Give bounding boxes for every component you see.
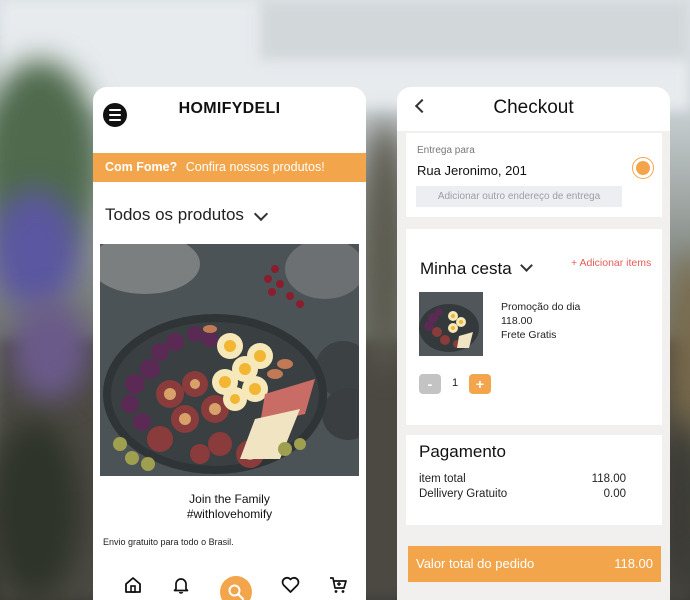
chevron-down-icon[interactable] xyxy=(520,259,533,272)
item-name: Promoção do dia xyxy=(501,301,581,313)
order-total-label: Valor total do pedido xyxy=(416,556,535,571)
payment-card: Pagamento item total 118.00 Dellivery Gr… xyxy=(406,435,662,525)
add-address-button[interactable]: Adicionar outro endereço de entrega xyxy=(416,186,622,207)
promo-banner[interactable]: Com Fome? Confira nossos produtos! xyxy=(93,153,366,182)
basket-title: Minha cesta xyxy=(420,259,512,278)
app-header: HOMIFYDELI xyxy=(93,87,366,153)
order-total-value: 118.00 xyxy=(614,556,653,571)
payment-row: item total 118.00 xyxy=(419,473,626,485)
basket-card: Minha cesta + Adicionar items Promoção d… xyxy=(406,229,662,425)
join-line-1: Join the Family xyxy=(189,492,270,506)
products-dropdown-label[interactable]: Todos os produtos xyxy=(105,205,244,225)
payment-row-value: 0.00 xyxy=(603,488,626,500)
join-family-text: Join the Family #withlovehomify xyxy=(93,492,366,522)
bell-icon[interactable] xyxy=(170,574,192,596)
chevron-down-icon[interactable] xyxy=(253,206,269,222)
join-line-2: #withlovehomify xyxy=(186,507,273,521)
item-price: 118.00 xyxy=(501,315,533,327)
order-total-button[interactable]: Valor total do pedido 118.00 xyxy=(408,546,661,582)
checkout-screen: Checkout Entrega para Rua Jeronimo, 201 … xyxy=(397,87,670,600)
heart-icon[interactable] xyxy=(279,574,301,596)
search-icon xyxy=(228,584,245,600)
home-screen: HOMIFYDELI Com Fome? Confira nossos prod… xyxy=(93,87,366,600)
payment-row-label: item total xyxy=(419,473,466,485)
promo-text: Confira nossos produtos! xyxy=(185,160,325,174)
item-info: Promoção do dia 118.00 Frete Gratis xyxy=(501,300,580,342)
home-icon[interactable] xyxy=(122,574,144,596)
brand-title: HOMIFYDELI xyxy=(178,100,281,117)
search-button[interactable] xyxy=(220,576,252,600)
item-shipping: Frete Gratis xyxy=(501,329,557,341)
checkout-header: Checkout xyxy=(397,87,670,131)
delivery-address-card: Entrega para Rua Jeronimo, 201 Adicionar… xyxy=(406,133,662,217)
quantity-value: 1 xyxy=(451,377,459,389)
food-platter-image xyxy=(100,244,359,476)
delivery-label: Entrega para xyxy=(417,145,475,156)
quantity-increase-button[interactable]: + xyxy=(469,374,491,394)
cart-icon[interactable] xyxy=(327,574,349,596)
payment-row: Dellivery Gratuito 0.00 xyxy=(419,488,626,500)
promo-highlight: Com Fome? xyxy=(105,160,178,174)
payment-row-value: 118.00 xyxy=(591,473,626,485)
delivery-address: Rua Jeronimo, 201 xyxy=(417,163,527,178)
shipping-note: Envio gratuito para todo o Brasil. xyxy=(103,537,234,547)
address-radio[interactable] xyxy=(632,157,654,179)
quantity-decrease-button[interactable]: - xyxy=(419,374,441,394)
page-title: Checkout xyxy=(493,97,574,118)
payment-row-label: Dellivery Gratuito xyxy=(419,488,508,500)
product-thumbnail xyxy=(419,292,483,356)
add-items-link[interactable]: + Adicionar items xyxy=(571,257,651,269)
payment-title: Pagamento xyxy=(419,442,506,461)
